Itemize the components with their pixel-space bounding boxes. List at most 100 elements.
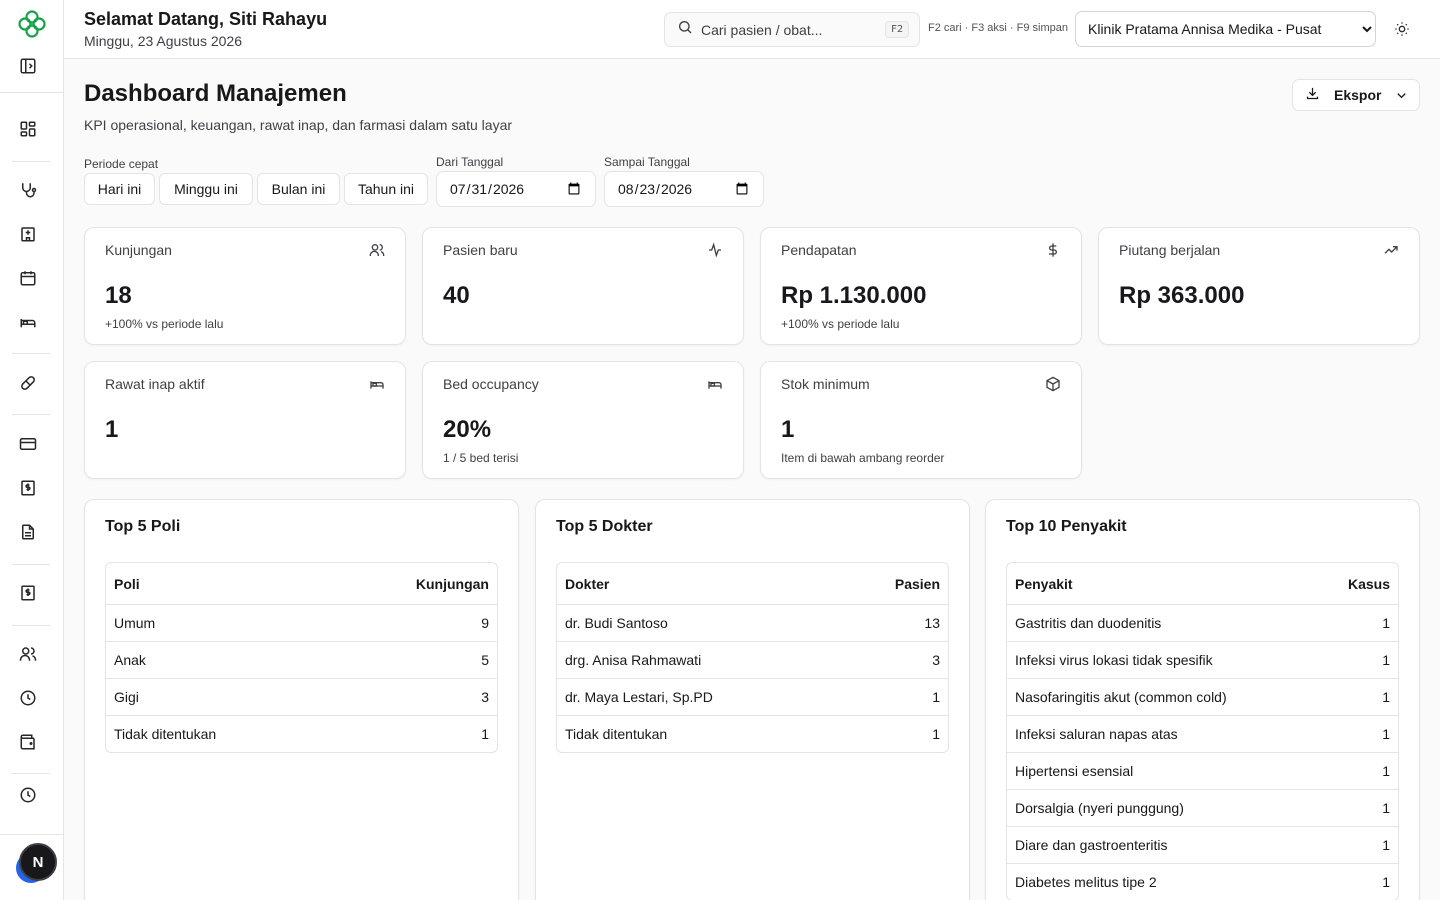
keyboard-shortcuts-hint: F2 cari · F3 aksi · F9 simpan [928,22,1068,34]
to-date-input[interactable] [604,171,764,207]
table-row: Diabetes melitus tipe 2 1 [1007,863,1398,900]
top-header: Selamat Datang, Siti Rahayu Minggu, 23 A… [64,0,1440,59]
kpi-title: Pasien baru [443,242,518,258]
cell-count: 1 [1382,874,1390,890]
poli-table: Poli Kunjungan Umum 9 Anak 5 Gigi 3 Tidak ditent… [105,562,498,753]
dashboard-icon[interactable] [17,118,39,140]
penyakit-table: Penyakit Kasus Gastritis dan duodenitis 1 In… [1006,562,1399,900]
cell-name: Hipertensi esensial [1015,763,1134,779]
wallet-icon[interactable] [17,731,39,753]
quick-today-button[interactable]: Hari ini [84,173,155,205]
panel-top-penyakit: Top 10 Penyakit Penyakit Kasus Gastritis d… [985,499,1420,900]
kpi-title: Kunjungan [105,242,172,258]
cell-count: 1 [932,726,940,742]
theme-toggle-icon[interactable] [1392,19,1412,39]
file-text-icon[interactable] [17,521,39,543]
table-row: Umum 9 [106,604,497,641]
table-header-row: Poli Kunjungan [106,563,497,604]
calendar-icon[interactable] [17,267,39,289]
quick-period-label: Periode cepat [84,157,159,171]
table-row: dr. Budi Santoso 13 [557,604,948,641]
search-input[interactable]: Cari pasien / obat... F2 [664,12,920,47]
search-shortcut-badge: F2 [884,21,909,38]
kpi-value: 1 [105,416,119,443]
kpi-delta: +100% vs periode lalu [105,317,224,331]
sidebar-divider [0,92,64,93]
logo-icon[interactable] [16,8,48,40]
download-icon [1305,86,1320,104]
table-row: Tidak ditentukan 1 [106,715,497,752]
panel-top-dokter: Top 5 Dokter Dokter Pasien dr. Budi Santos… [535,499,970,900]
header-date: Minggu, 23 Agustus 2026 [84,33,243,49]
cell-count: 1 [1382,800,1390,816]
kpi-title: Bed occupancy [443,376,539,392]
cell-name: Gigi [114,689,139,705]
cell-count: 1 [1382,652,1390,668]
table-row: drg. Anisa Rahmawati 3 [557,641,948,678]
dollar-icon [1045,242,1061,258]
table-row: Infeksi virus lokasi tidak spesifik 1 [1007,641,1398,678]
clinic-select[interactable]: Klinik Pratama Annisa Medika - Pusat [1075,11,1376,47]
table-row: Anak 5 [106,641,497,678]
from-date-input[interactable] [436,171,596,207]
table-row: dr. Maya Lestari, Sp.PD 1 [557,678,948,715]
table-row: Hipertensi esensial 1 [1007,752,1398,789]
sidebar-divider [12,161,50,162]
from-date-label: Dari Tanggal [436,155,504,169]
kpi-title: Stok minimum [781,376,870,392]
kpi-value: Rp 1.130.000 [781,282,927,309]
kpi-card-piutang: Piutang berjalan Rp 363.000 [1098,227,1420,345]
table-row: Dorsalgia (nyeri punggung) 1 [1007,789,1398,826]
stethoscope-icon[interactable] [17,179,39,201]
table-row: Tidak ditentukan 1 [557,715,948,752]
panel-top-poli: Top 5 Poli Poli Kunjungan Umum 9 Anak 5 Gigi 3 T… [84,499,519,900]
kpi-delta: 1 / 5 bed terisi [443,451,519,465]
cell-count: 3 [481,689,489,705]
sidebar-divider [12,414,50,415]
cell-count: 5 [481,652,489,668]
cell-name: Gastritis dan duodenitis [1015,615,1162,631]
kpi-card-stok-minimum: Stok minimum 1 Item di bawah ambang reor… [760,361,1082,479]
bed-icon[interactable] [17,311,39,333]
credit-card-icon[interactable] [17,433,39,455]
kpi-value: 18 [105,282,132,309]
quick-month-button[interactable]: Bulan ini [257,173,340,205]
cell-count: 1 [481,726,489,742]
kpi-card-bed-occupancy: Bed occupancy 20% 1 / 5 bed terisi [422,361,744,479]
cell-name: Umum [114,615,156,631]
cell-count: 1 [932,689,940,705]
dollar-receipt-icon[interactable] [17,582,39,604]
kpi-delta: +100% vs periode lalu [781,317,900,331]
column-header-name: Penyakit [1015,575,1073,592]
to-date-label: Sampai Tanggal [604,155,690,169]
package-icon [1045,376,1061,392]
users-icon [369,242,385,258]
search-icon [677,19,693,40]
quick-year-button[interactable]: Tahun ini [344,173,428,205]
panel-title: Top 5 Poli [105,518,181,535]
avatar[interactable]: N [19,843,57,881]
history-icon[interactable] [17,784,39,806]
table-row: Diare dan gastroenteritis 1 [1007,826,1398,863]
sidebar-divider [12,353,50,354]
sidebar-toggle-icon[interactable] [17,55,39,77]
cell-count: 1 [1382,689,1390,705]
hospital-icon[interactable] [17,223,39,245]
pill-icon[interactable] [17,372,39,394]
page-title: Dashboard Manajemen [84,80,347,107]
kpi-card-rawat-inap: Rawat inap aktif 1 [84,361,406,479]
kpi-value: 1 [781,416,795,443]
users-icon[interactable] [17,643,39,665]
kpi-title: Piutang berjalan [1119,242,1221,258]
export-button[interactable]: Ekspor [1292,79,1420,111]
quick-week-button[interactable]: Minggu ini [159,173,253,205]
sidebar-divider [12,625,50,626]
page-subtitle: KPI operasional, keuangan, rawat inap, d… [84,117,513,133]
receipt-icon[interactable] [17,477,39,499]
cell-name: Diabetes melitus tipe 2 [1015,874,1157,890]
cell-name: Anak [114,652,146,668]
cell-name: Diare dan gastroenteritis [1015,837,1168,853]
column-header-count: Kunjungan [415,575,489,592]
cell-name: drg. Anisa Rahmawati [565,652,702,668]
clock-icon[interactable] [17,687,39,709]
